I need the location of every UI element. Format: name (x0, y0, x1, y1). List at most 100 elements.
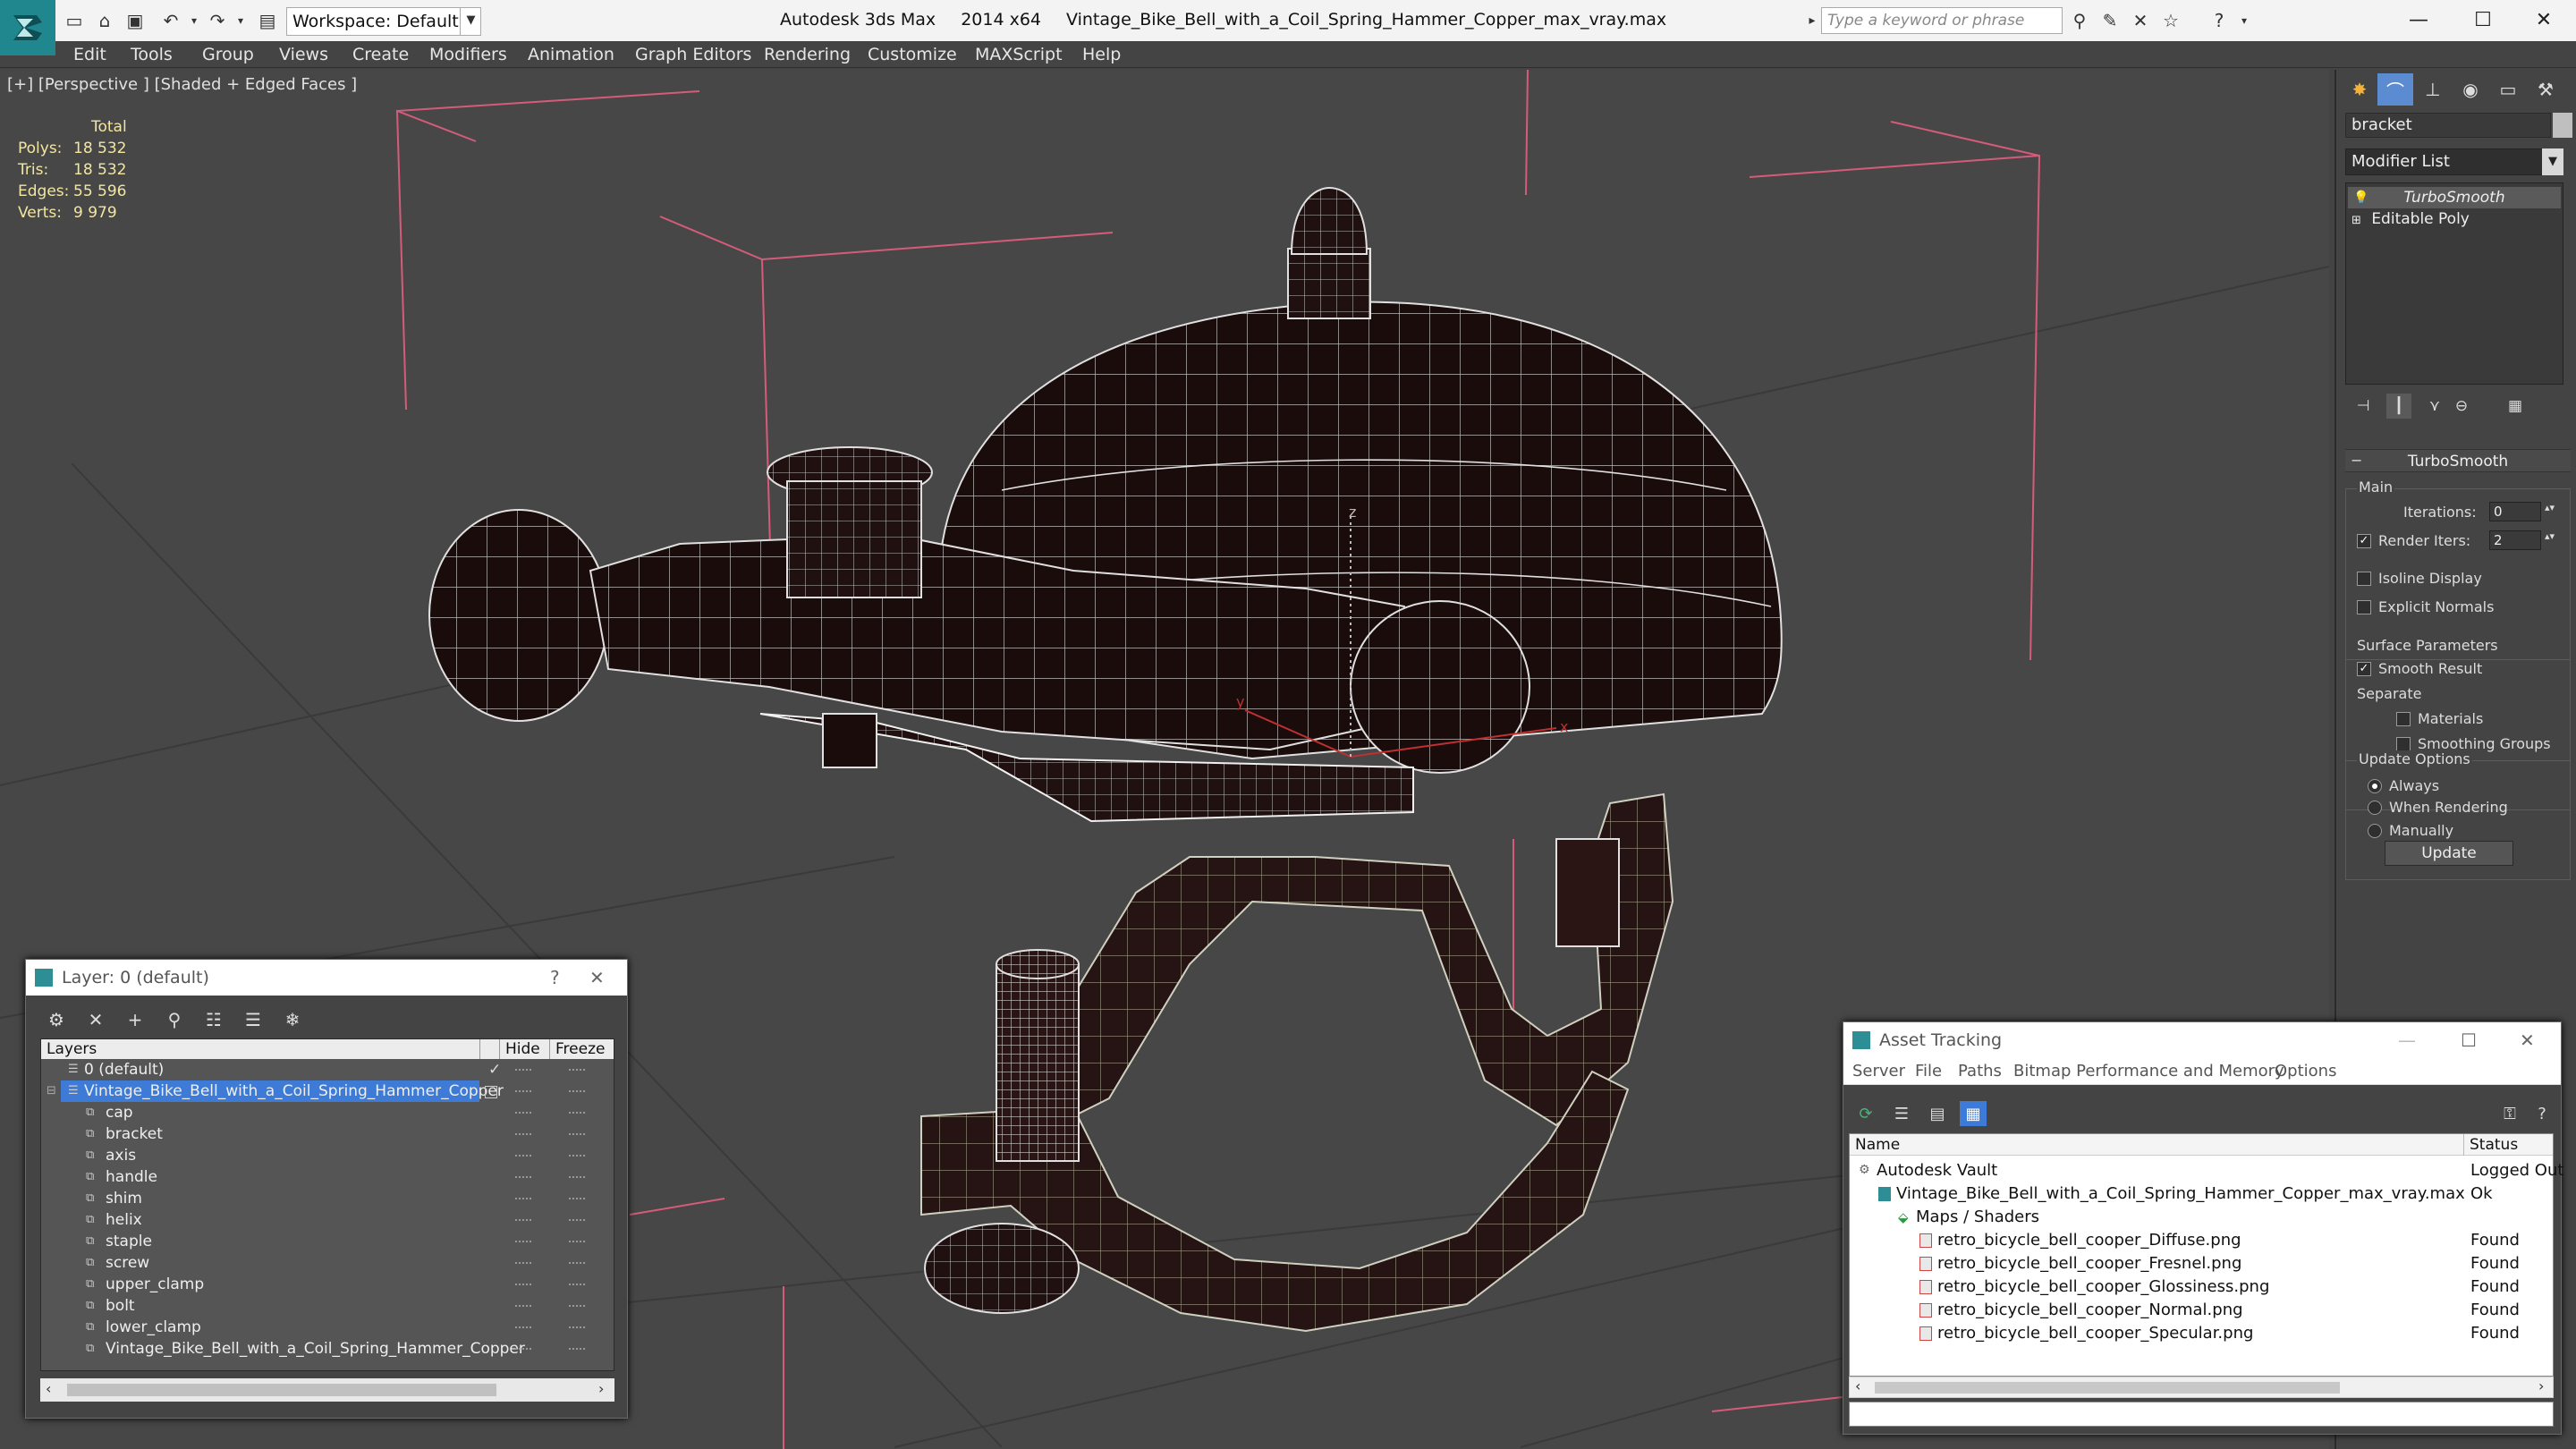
list-view-icon[interactable]: ☰ (1888, 1101, 1915, 1126)
layer-row[interactable]: ⧉ handle (41, 1166, 614, 1188)
undo-dropdown-icon[interactable]: ▾ (182, 9, 206, 32)
hide-all-layers-icon[interactable]: ☰ (239, 1006, 267, 1033)
subscription-icon[interactable]: ✎ (2098, 9, 2122, 32)
render-iters-spinner[interactable]: 2 (2489, 530, 2541, 550)
workspace-select[interactable]: Workspace: Default (286, 7, 481, 36)
save-file-icon[interactable]: ▣ (123, 9, 147, 32)
object-name-field[interactable]: bracket (2345, 113, 2551, 138)
layer-row[interactable]: ⧉ upper_clamp (41, 1274, 614, 1295)
redo-dropdown-icon[interactable]: ▾ (229, 9, 252, 32)
menu-modifiers[interactable]: Modifiers (429, 41, 507, 68)
menu-customize[interactable]: Customize (868, 41, 957, 68)
turbosmooth-rollout-header[interactable]: TurboSmooth (2345, 449, 2571, 472)
when-rendering-radio[interactable] (2368, 801, 2382, 815)
column-freeze[interactable]: Freeze (549, 1039, 605, 1059)
layer-row[interactable]: ⧉ cap (41, 1102, 614, 1123)
scrollbar-thumb[interactable] (1875, 1382, 2340, 1394)
utilities-tab-icon[interactable]: ⚒ (2528, 73, 2563, 106)
display-tab-icon[interactable]: ▭ (2490, 73, 2526, 106)
asset-path-field[interactable] (1849, 1402, 2554, 1427)
iterations-spinner[interactable]: 0 (2489, 502, 2541, 521)
chevron-down-icon[interactable]: ▼ (460, 7, 481, 36)
update-button[interactable]: Update (2385, 841, 2513, 866)
modifier-list-select[interactable]: Modifier List (2345, 148, 2563, 175)
asset-tracking-title[interactable]: Asset Tracking (1843, 1022, 2561, 1058)
menu-help[interactable]: Help (1082, 41, 1121, 68)
horizontal-scrollbar[interactable]: ‹ › (40, 1378, 614, 1402)
column-layers[interactable]: Layers (47, 1039, 97, 1059)
menu-graph-editors[interactable]: Graph Editors (635, 41, 751, 68)
freeze-toggle[interactable] (569, 1069, 585, 1071)
freeze-all-layers-icon[interactable]: ❄ (278, 1006, 307, 1033)
materials-checkbox[interactable] (2396, 712, 2411, 726)
hide-toggle[interactable] (515, 1262, 531, 1264)
horizontal-scrollbar[interactable]: ‹ › (1849, 1377, 2554, 1398)
asset-row[interactable]: retro_bicycle_bell_cooper_Diffuse.png Fo… (1850, 1229, 2553, 1252)
scroll-right-icon[interactable]: › (2538, 1377, 2544, 1394)
freeze-toggle[interactable] (569, 1241, 585, 1242)
scroll-right-icon[interactable]: › (598, 1380, 604, 1397)
hide-toggle[interactable] (515, 1305, 531, 1307)
hide-toggle[interactable] (515, 1112, 531, 1114)
smoothing-groups-checkbox[interactable] (2396, 737, 2411, 751)
layer-row[interactable]: ⧉ screw (41, 1252, 614, 1274)
menu-paths[interactable]: Paths (1958, 1058, 2002, 1085)
scroll-left-icon[interactable]: ‹ (46, 1380, 51, 1397)
smooth-result-checkbox[interactable]: ✓ (2357, 662, 2371, 676)
search-expand-icon[interactable]: ▸ (1803, 7, 1821, 34)
menu-animation[interactable]: Animation (528, 41, 614, 68)
lightbulb-icon[interactable]: 💡 (2353, 187, 2368, 208)
menu-views[interactable]: Views (279, 41, 328, 68)
always-radio[interactable] (2368, 779, 2382, 793)
remove-modifier-icon[interactable]: ⊖ (2449, 394, 2474, 419)
collapse-minus-icon[interactable]: − (2351, 449, 2362, 472)
freeze-toggle[interactable] (569, 1112, 585, 1114)
configure-modifier-sets-icon[interactable]: ▦ (2503, 394, 2528, 419)
spinner-arrows-icon[interactable]: ▴▾ (2545, 530, 2555, 542)
asset-row[interactable]: retro_bicycle_bell_cooper_Glossiness.png… (1850, 1275, 2553, 1299)
layer-row-selected[interactable]: ⊟ ☰ Vintage_Bike_Bell_with_a_Coil_Spring… (41, 1080, 614, 1102)
menu-group[interactable]: Group (202, 41, 254, 68)
menu-server[interactable]: Server (1852, 1058, 1905, 1085)
minimize-icon[interactable]: — (2386, 0, 2451, 39)
create-tab-icon[interactable]: ✸ (2342, 73, 2377, 106)
scrollbar-thumb[interactable] (67, 1384, 496, 1396)
menu-tools[interactable]: Tools (131, 41, 173, 68)
app-logo-icon[interactable] (0, 0, 55, 55)
select-objects-icon[interactable]: ⚲ (160, 1006, 189, 1033)
active-layer-check-icon[interactable]: ✓ (488, 1059, 501, 1080)
freeze-toggle[interactable] (569, 1326, 585, 1328)
menu-file[interactable]: File (1915, 1058, 1942, 1085)
layer-row[interactable]: ⧉ bracket (41, 1123, 614, 1145)
scroll-left-icon[interactable]: ‹ (1855, 1377, 1860, 1394)
layer-row[interactable]: ⧉ helix (41, 1209, 614, 1231)
maximize-icon[interactable]: ☐ (2461, 1022, 2477, 1058)
handle-mesh[interactable] (428, 509, 609, 722)
hide-toggle[interactable] (515, 1219, 531, 1221)
close-icon[interactable]: ✕ (2520, 1022, 2535, 1058)
delete-layer-icon[interactable]: ✕ (81, 1006, 110, 1033)
asset-row[interactable]: ⬙ Maps / Shaders (1850, 1206, 2553, 1229)
layer-row[interactable]: ☰ 0 (default) ✓ (41, 1059, 614, 1080)
freeze-toggle[interactable] (569, 1133, 585, 1135)
current-layer-toggle[interactable] (485, 1086, 497, 1098)
help-dropdown-icon[interactable]: ▾ (2233, 9, 2256, 32)
asset-row[interactable]: retro_bicycle_bell_cooper_Normal.png Fou… (1850, 1299, 2553, 1322)
column-status[interactable]: Status (2463, 1134, 2518, 1156)
table-view-icon[interactable]: ▤ (1924, 1101, 1951, 1126)
help-icon[interactable]: ? (2207, 9, 2231, 32)
open-file-icon[interactable]: ⌂ (93, 9, 116, 32)
hide-toggle[interactable] (515, 1348, 531, 1350)
chevron-down-icon[interactable]: ▼ (2542, 148, 2563, 175)
helix-spring-mesh[interactable] (767, 446, 933, 598)
hide-toggle[interactable] (515, 1198, 531, 1199)
hide-toggle[interactable] (515, 1133, 531, 1135)
menu-edit[interactable]: Edit (73, 41, 106, 68)
binoculars-icon[interactable]: ⚲ (2068, 9, 2091, 32)
freeze-toggle[interactable] (569, 1198, 585, 1199)
expand-plus-icon[interactable]: ⊞ (2351, 214, 2361, 227)
asset-row[interactable]: Vintage_Bike_Bell_with_a_Coil_Spring_Ham… (1850, 1182, 2553, 1206)
hide-toggle[interactable] (515, 1284, 531, 1285)
isoline-display-checkbox[interactable] (2357, 572, 2371, 586)
asset-row[interactable]: ⚙ Autodesk Vault Logged Out (1850, 1159, 2563, 1182)
